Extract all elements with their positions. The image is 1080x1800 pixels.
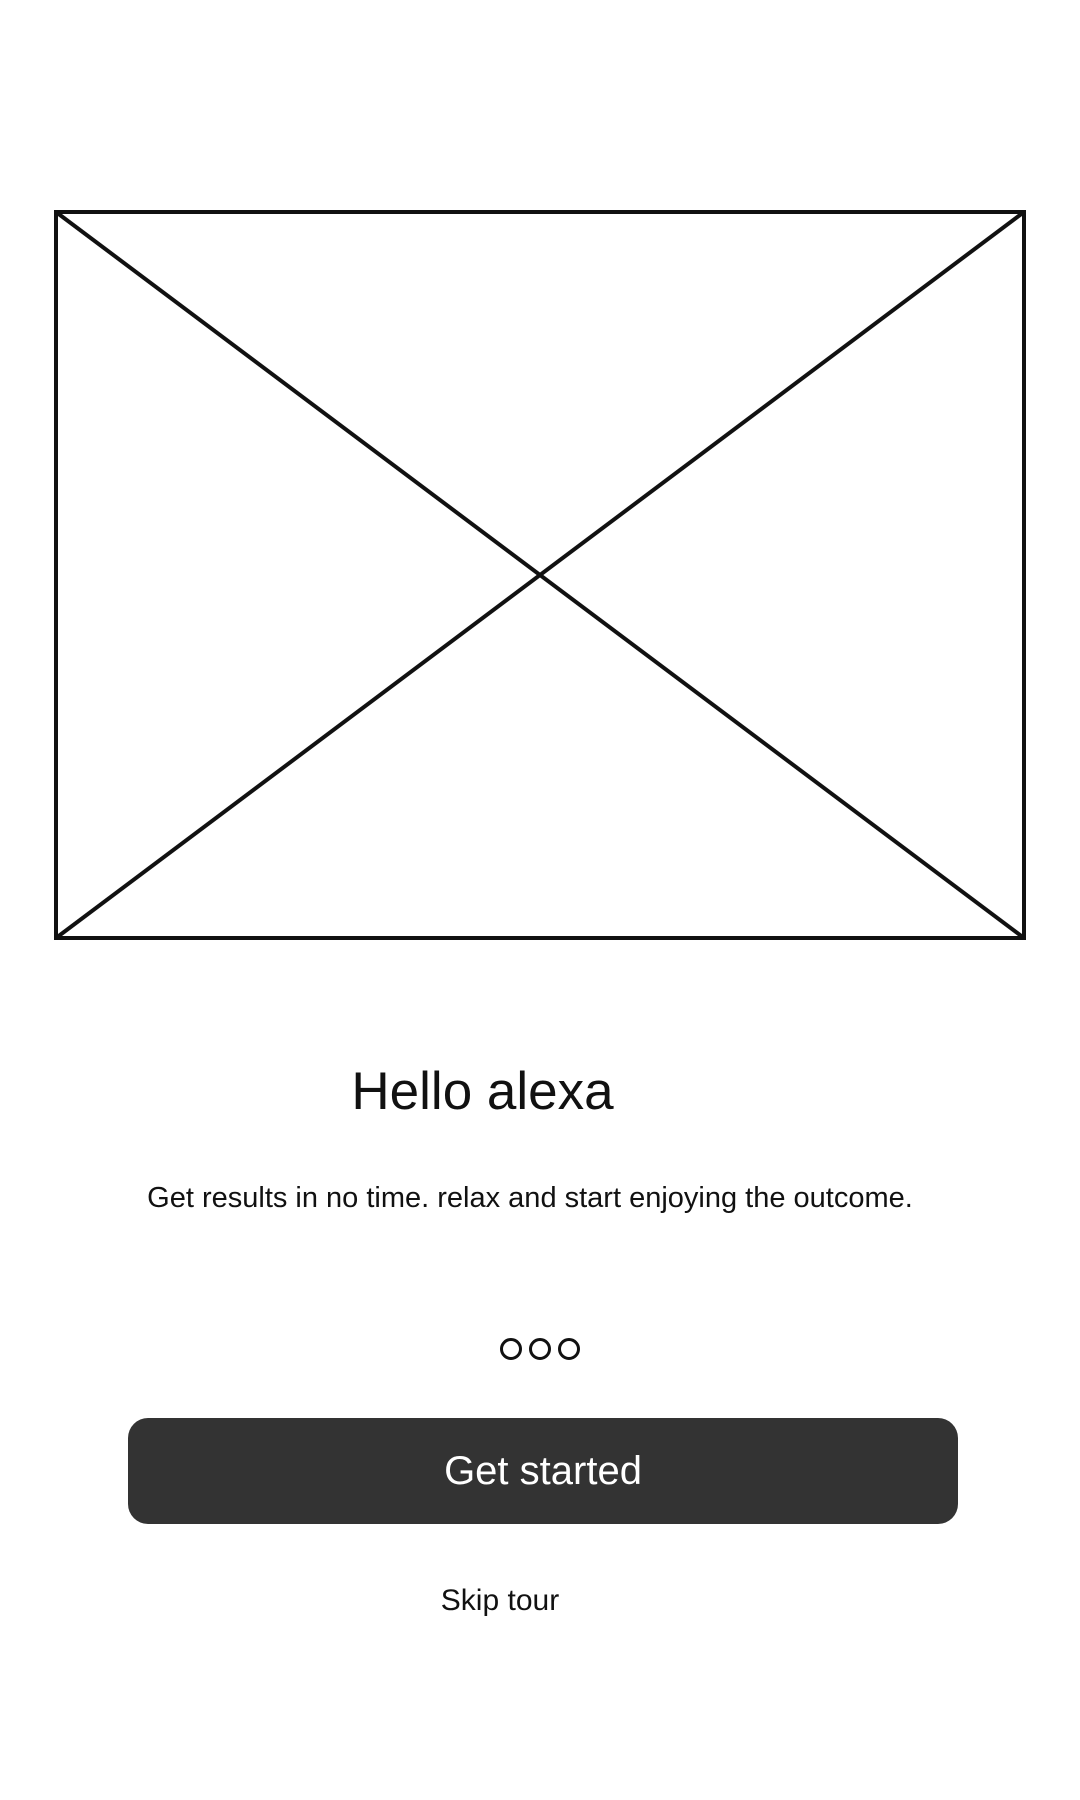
pagination-dot-icon[interactable] (558, 1338, 580, 1360)
pagination-dot-icon[interactable] (529, 1338, 551, 1360)
get-started-label: Get started (444, 1448, 642, 1493)
pagination-dots (0, 1338, 1080, 1360)
image-placeholder-icon (54, 210, 1026, 940)
page-subtitle: Get results in no time. relax and start … (147, 1182, 913, 1214)
pagination-dot-icon[interactable] (500, 1338, 522, 1360)
get-started-button[interactable]: Get started (128, 1418, 958, 1524)
page-title: Hello alexa (351, 1062, 614, 1121)
skip-tour-link[interactable]: Skip tour (0, 1582, 1000, 1620)
